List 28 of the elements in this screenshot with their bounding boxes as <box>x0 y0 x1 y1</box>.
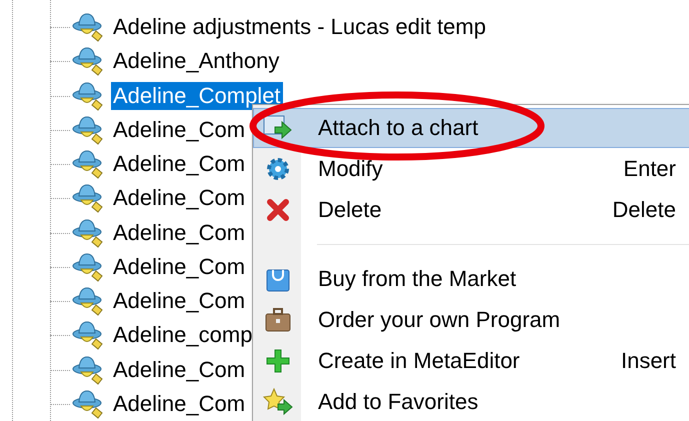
attach-icon <box>263 115 293 141</box>
star-icon <box>262 388 294 416</box>
shortcut-text: Insert <box>620 348 677 374</box>
gear-icon <box>265 156 291 182</box>
menu-item[interactable]: Order your own Program <box>253 300 689 340</box>
tree-item[interactable]: Adeline_Com <box>111 390 248 418</box>
tree-item[interactable]: Adeline_comp <box>111 321 254 350</box>
tree-item[interactable]: Adeline_Com <box>111 150 248 178</box>
tree-item[interactable]: Adeline_Com <box>111 287 248 316</box>
tree-item[interactable]: Adeline_Com <box>111 116 248 144</box>
menu-item[interactable]: Create in MetaEditor Insert <box>253 341 689 381</box>
menu-item[interactable]: Attach to a chart <box>253 108 689 148</box>
tree-item[interactable]: Adeline_Com <box>111 356 248 384</box>
tree-item[interactable]: Adeline_Com <box>111 252 248 281</box>
menu-item[interactable]: Buy from the Market <box>253 259 689 299</box>
plus-icon <box>265 348 291 374</box>
tree-item[interactable]: Adeline adjustments - Lucas edit temp <box>111 13 488 42</box>
tree-item[interactable]: Adeline_Anthony <box>111 47 282 76</box>
tree-item[interactable]: Adeline_Com <box>111 184 248 212</box>
shortcut-text: Enter <box>623 156 677 182</box>
shortcut-text: Delete <box>612 197 677 223</box>
tree-item[interactable]: Adeline_Complet <box>111 82 283 110</box>
briefcase-icon <box>264 307 292 333</box>
menu-item[interactable]: Modify Enter <box>253 149 689 189</box>
menu-item[interactable]: Delete Delete <box>253 190 689 230</box>
delete-icon <box>266 198 290 222</box>
menu-item[interactable]: Add to Favorites <box>253 382 689 421</box>
tree-item[interactable]: Adeline_Com <box>111 218 248 247</box>
